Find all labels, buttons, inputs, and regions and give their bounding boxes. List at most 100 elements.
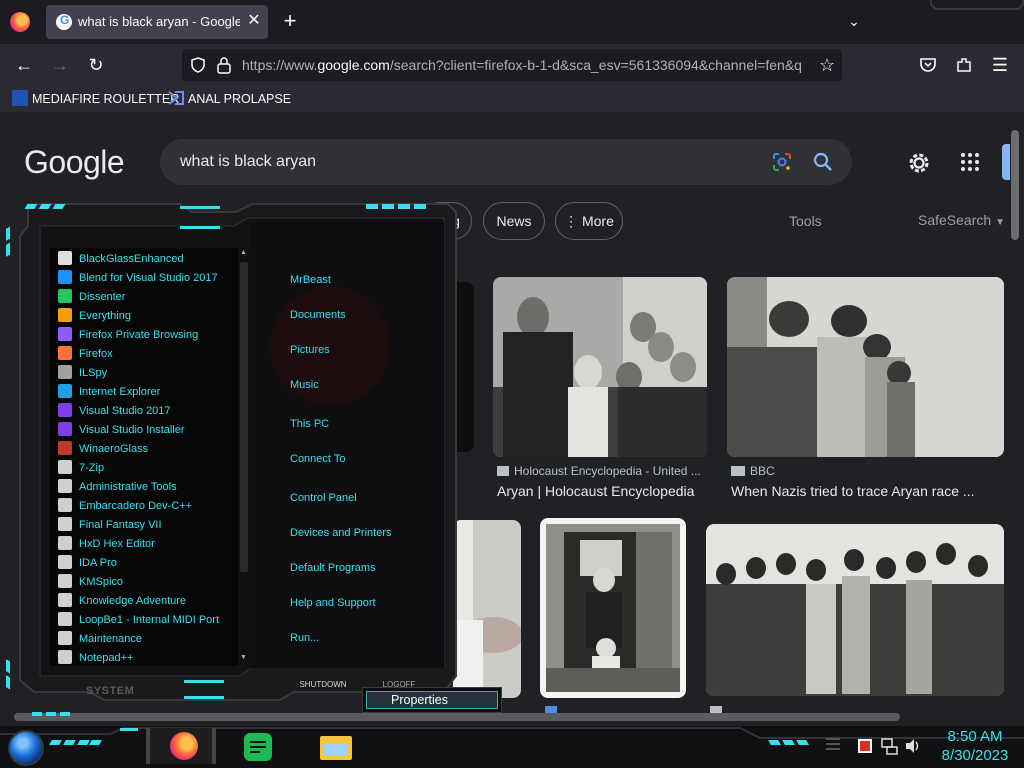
place-item[interactable]: Default Programs — [290, 562, 376, 574]
place-item[interactable]: Music — [290, 379, 319, 391]
image-result-group[interactable] — [706, 524, 1004, 696]
program-icon — [58, 650, 72, 664]
close-tab-icon[interactable]: ✕ — [244, 11, 264, 31]
program-item[interactable]: Maintenance — [58, 630, 142, 649]
firefox-icon[interactable] — [10, 12, 30, 32]
program-item[interactable]: BlackGlassEnhanced — [58, 250, 184, 269]
place-item[interactable]: Control Panel — [290, 492, 357, 504]
chip-more[interactable]: ⋮ More — [555, 202, 623, 240]
taskbar-item-notes[interactable] — [244, 733, 272, 761]
pocket-icon[interactable] — [916, 53, 940, 77]
star-icon[interactable]: ☆ — [816, 54, 838, 76]
program-item[interactable]: HxD Hex Editor — [58, 535, 155, 554]
new-tab-button[interactable]: + — [279, 10, 301, 32]
program-icon — [58, 555, 72, 569]
lock-icon[interactable] — [216, 56, 232, 74]
program-item[interactable]: 7-Zip — [58, 459, 104, 478]
program-item[interactable]: IDA Pro — [58, 554, 117, 573]
scroll-down-icon[interactable]: ▼ — [240, 654, 247, 661]
program-item[interactable]: Embarcadero Dev-C++ — [58, 497, 192, 516]
shield-icon[interactable] — [190, 57, 206, 73]
menu-icon[interactable]: ☰ — [988, 53, 1012, 77]
result-source[interactable]: BBC — [731, 464, 775, 478]
search-input[interactable]: what is black aryan — [180, 153, 316, 171]
volume-icon[interactable] — [904, 737, 922, 755]
bookmark-mediafire[interactable]: MEDIAFIRE ROULETTER — [12, 90, 179, 108]
program-label: Internet Explorer — [79, 386, 161, 398]
program-item[interactable]: Final Fantasy VII — [58, 516, 162, 535]
url-text[interactable]: https://www.google.com/search?client=fir… — [242, 57, 810, 73]
program-item[interactable]: ILSpy — [58, 364, 107, 383]
tab-google-search[interactable]: G what is black aryan - Google Se ✕ — [46, 5, 268, 39]
vertical-scrollbar[interactable] — [1008, 124, 1022, 722]
program-item[interactable]: WinaeroGlass — [58, 440, 148, 459]
reload-icon[interactable]: ↻ — [84, 53, 108, 77]
image-result-holocaust[interactable] — [493, 277, 707, 457]
program-label: Firefox — [79, 348, 113, 360]
google-logo[interactable]: Google — [24, 144, 125, 181]
back-icon[interactable]: ← — [12, 53, 36, 77]
program-item[interactable]: KMSpico — [58, 573, 123, 592]
chip-news[interactable]: News — [483, 202, 545, 240]
clock-date: 8/30/2023 — [941, 747, 1009, 764]
google-lens-icon[interactable] — [772, 152, 792, 172]
place-item[interactable]: Help and Support — [290, 597, 376, 609]
program-icon — [58, 460, 72, 474]
network-icon[interactable] — [880, 737, 898, 755]
bookmark-second[interactable]: ANAL PROLAPSE — [168, 90, 291, 108]
program-list[interactable]: BlackGlassEnhanced Blend for Visual Studi… — [50, 248, 238, 666]
image-result-boy[interactable] — [540, 518, 686, 698]
program-list-scrollbar[interactable]: ▲ ▼ — [238, 248, 250, 666]
apps-grid-icon[interactable] — [960, 152, 980, 172]
gear-icon[interactable] — [906, 150, 932, 176]
place-item[interactable]: MrBeast — [290, 274, 331, 286]
scroll-up-icon[interactable]: ▲ — [240, 249, 247, 256]
scroll-thumb[interactable] — [240, 262, 248, 572]
safesearch-button[interactable]: SafeSearch ▼ — [918, 212, 1005, 228]
program-item[interactable]: Dissenter — [58, 288, 125, 307]
program-item[interactable]: Knowledge Adventure — [58, 592, 186, 611]
context-menu-item-properties[interactable]: Properties — [366, 691, 498, 709]
program-icon — [58, 574, 72, 588]
shutdown-button[interactable]: SHUTDOWN — [288, 678, 358, 692]
start-button[interactable] — [8, 730, 44, 766]
system-clock[interactable]: 8:50 AM 8/30/2023 — [930, 727, 1020, 765]
search-box[interactable]: what is black aryan — [160, 139, 852, 185]
image-result-bbc[interactable] — [727, 277, 1004, 457]
place-item[interactable]: Connect To — [290, 453, 345, 465]
forward-icon[interactable]: → — [48, 53, 72, 77]
program-item[interactable]: Visual Studio Installer — [58, 421, 185, 440]
program-icon — [58, 384, 72, 398]
scroll-thumb[interactable] — [1011, 130, 1019, 240]
program-item[interactable]: Everything — [58, 307, 131, 326]
chevron-down-icon[interactable]: ⌄ — [843, 10, 865, 32]
place-item[interactable]: Run... — [290, 632, 319, 644]
result-title[interactable]: Aryan | Holocaust Encyclopedia — [497, 483, 707, 499]
result-title[interactable]: When Nazis tried to trace Aryan race ... — [731, 483, 1001, 499]
place-item[interactable]: Pictures — [290, 344, 330, 356]
program-item[interactable]: LoopBe1 - Internal MIDI Port — [58, 611, 219, 630]
program-item[interactable]: Firefox Private Browsing — [58, 326, 198, 345]
program-item[interactable]: Internet Explorer — [58, 383, 160, 402]
program-item[interactable]: Administrative Tools — [58, 478, 177, 497]
place-item[interactable]: Devices and Printers — [290, 527, 392, 539]
result-source[interactable]: Holocaust Encyclopedia - United ... — [497, 464, 701, 478]
program-item[interactable]: Firefox — [58, 345, 113, 364]
program-label: Blend for Visual Studio 2017 — [79, 272, 218, 284]
security-alert-icon[interactable] — [858, 739, 872, 753]
image-result-partial-2[interactable] — [453, 520, 521, 698]
program-item[interactable]: Notepad++ — [58, 649, 133, 668]
program-label: Embarcadero Dev-C++ — [79, 500, 193, 512]
program-item[interactable]: Visual Studio 2017 — [58, 402, 171, 421]
taskbar-item-file-explorer[interactable] — [320, 732, 352, 760]
place-item[interactable]: Documents — [290, 309, 346, 321]
program-item[interactable]: Blend for Visual Studio 2017 — [58, 269, 218, 288]
place-item[interactable]: This PC — [290, 418, 329, 430]
program-icon — [58, 403, 72, 417]
site-favicon-icon — [497, 466, 509, 476]
extensions-icon[interactable] — [952, 53, 976, 77]
search-icon[interactable] — [812, 151, 834, 173]
taskbar-item-firefox[interactable] — [146, 728, 216, 764]
url-bar[interactable]: https://www.google.com/search?client=fir… — [182, 49, 842, 81]
tools-button[interactable]: Tools — [789, 213, 822, 229]
